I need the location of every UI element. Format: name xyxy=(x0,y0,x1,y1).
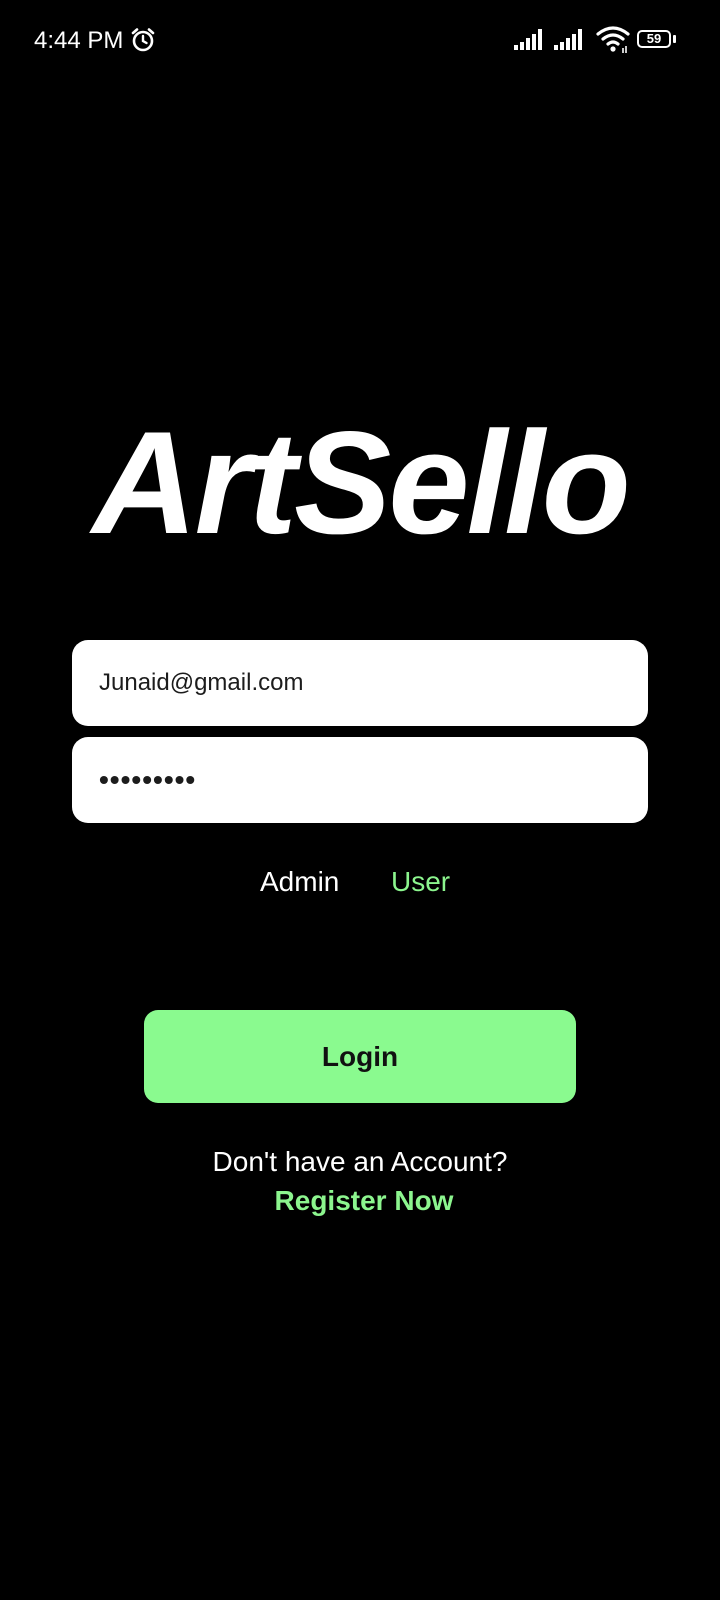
app-logo: ArtSello xyxy=(92,401,631,564)
password-field[interactable]: ••••••••• xyxy=(72,737,648,823)
battery-tip xyxy=(673,35,676,43)
signal-icon xyxy=(554,29,582,50)
login-button[interactable]: Login xyxy=(144,1010,576,1103)
role-admin-option[interactable]: Admin xyxy=(260,862,339,902)
signal-icon xyxy=(514,29,542,50)
status-bar: 4:44 PM 59 xyxy=(0,0,720,82)
wifi-icon xyxy=(596,26,630,53)
email-field[interactable]: Junaid@gmail.com xyxy=(72,640,648,726)
alarm-icon xyxy=(131,28,155,52)
register-now-link[interactable]: Register Now xyxy=(0,1183,720,1219)
no-account-text: Don't have an Account? xyxy=(212,1146,508,1177)
battery-level: 59 xyxy=(637,30,671,48)
role-user-option[interactable]: User xyxy=(391,862,450,902)
battery-icon: 59 xyxy=(637,30,677,50)
status-time: 4:44 PM xyxy=(34,27,124,54)
